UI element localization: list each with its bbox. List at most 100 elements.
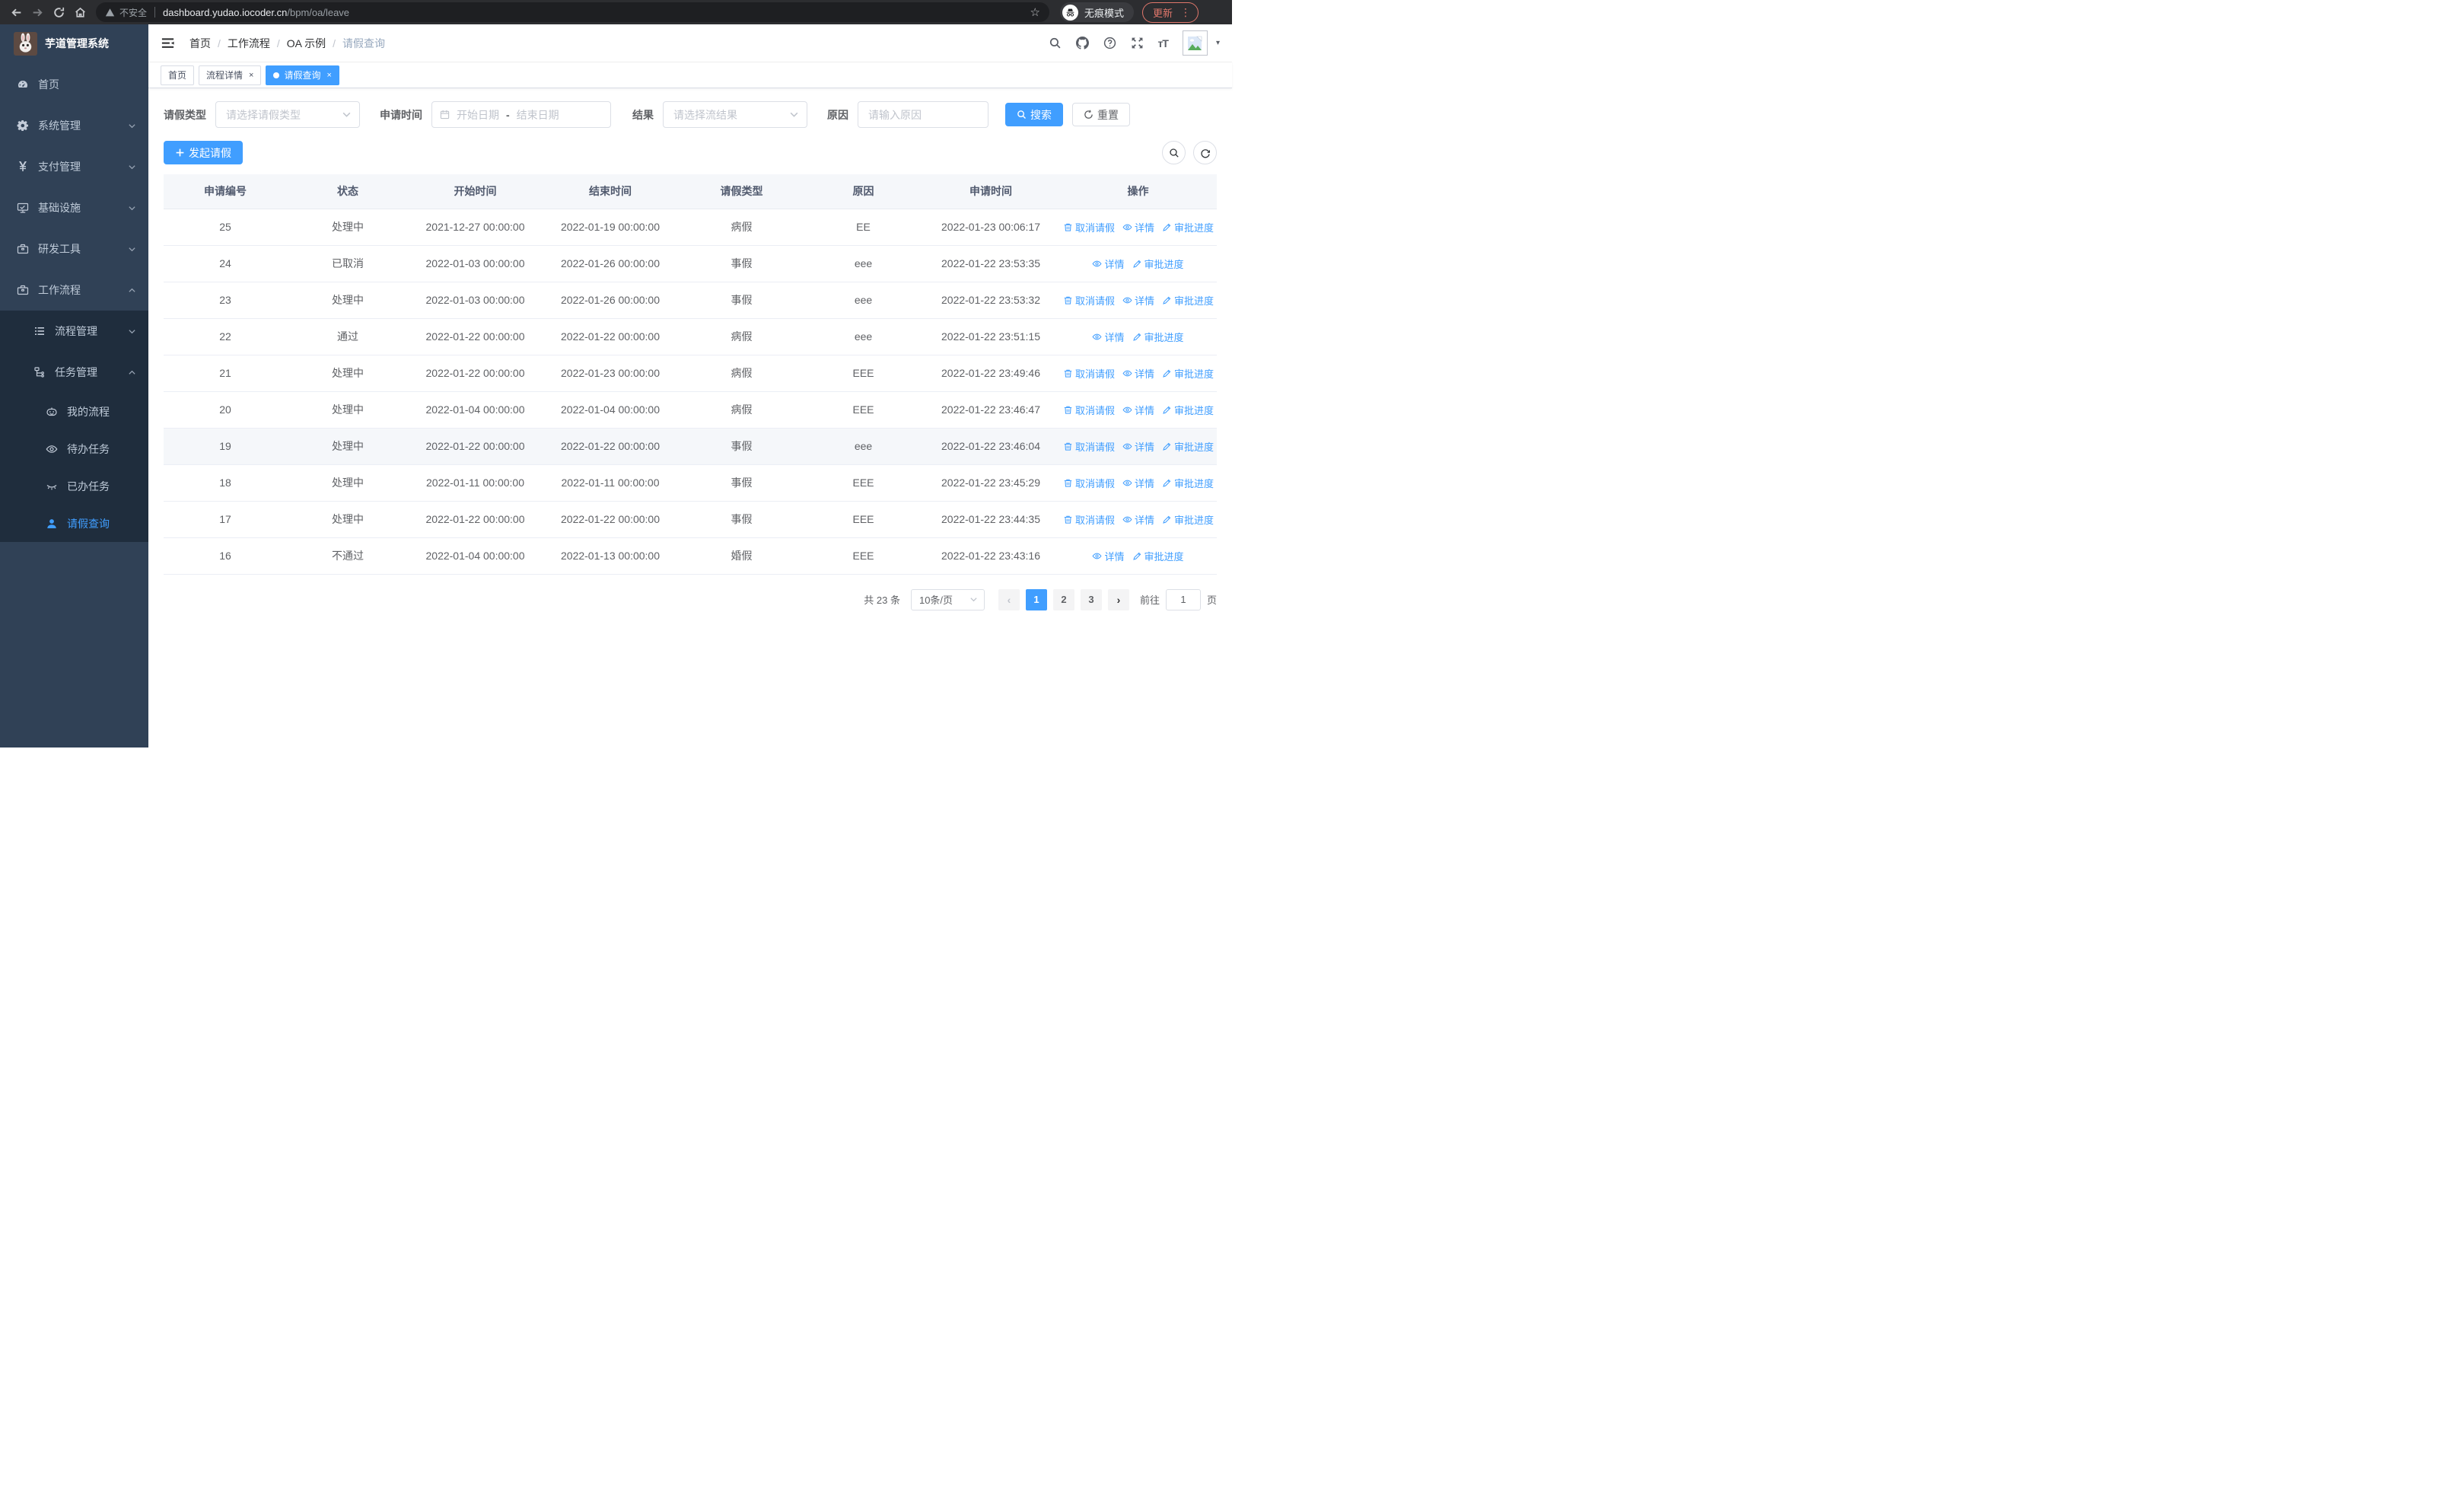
page-button-2[interactable]: 2: [1052, 588, 1074, 610]
progress-action-link[interactable]: 审批进度: [1162, 439, 1214, 454]
cancel-action-link[interactable]: 取消请假: [1063, 403, 1115, 417]
sidebar-item-请假查询[interactable]: 请假查询: [0, 505, 148, 542]
view-icon: [1092, 259, 1102, 269]
cell-type: 事假: [679, 245, 804, 282]
sidebar-item-label: 我的流程: [67, 405, 110, 418]
start-date-input[interactable]: 开始日期: [457, 107, 499, 123]
progress-action-link[interactable]: 审批进度: [1162, 512, 1214, 527]
close-icon[interactable]: ×: [249, 71, 253, 80]
page-button-3[interactable]: 3: [1080, 588, 1102, 610]
result-select[interactable]: 请选择流结果: [663, 101, 807, 128]
breadcrumb-home[interactable]: 首页: [189, 36, 211, 51]
toggle-search-button[interactable]: [1162, 141, 1186, 164]
browser-reload-icon[interactable]: [49, 2, 68, 22]
cancel-action-link[interactable]: 取消请假: [1063, 220, 1115, 234]
detail-action-link[interactable]: 详情: [1122, 220, 1154, 234]
cancel-action-link[interactable]: 取消请假: [1063, 512, 1115, 527]
detail-action-link[interactable]: 详情: [1122, 439, 1154, 454]
user-avatar[interactable]: [1182, 30, 1208, 56]
sidebar-collapse-icon[interactable]: [161, 35, 177, 52]
browser-menu-icon[interactable]: ⋮: [1180, 7, 1191, 18]
progress-action-link[interactable]: 审批进度: [1162, 293, 1214, 308]
browser-update-button[interactable]: 更新 ⋮: [1141, 2, 1199, 23]
create-leave-button[interactable]: 发起请假: [164, 141, 243, 164]
action-label: 审批进度: [1144, 258, 1184, 270]
prev-page-button[interactable]: ‹: [998, 588, 1020, 610]
security-warning[interactable]: 不安全: [105, 6, 147, 19]
leave-type-select[interactable]: 请选择请假类型: [215, 101, 360, 128]
detail-action-link[interactable]: 详情: [1122, 476, 1154, 490]
detail-action-link[interactable]: 详情: [1092, 549, 1125, 563]
fullscreen-icon[interactable]: [1131, 37, 1144, 49]
page-button-1[interactable]: 1: [1025, 588, 1047, 610]
address-bar[interactable]: 不安全 dashboard.yudao.iocoder.cn/bpm/oa/le…: [96, 2, 1049, 22]
reason-input[interactable]: 请输入原因: [858, 101, 988, 128]
search-icon[interactable]: [1049, 37, 1062, 49]
breadcrumb-workflow[interactable]: 工作流程: [228, 36, 270, 51]
detail-action-link[interactable]: 详情: [1092, 257, 1125, 271]
sidebar-item-待办任务[interactable]: 待办任务: [0, 430, 148, 467]
delete-icon: [1063, 222, 1073, 232]
close-icon[interactable]: ×: [326, 71, 331, 80]
user-menu-caret-icon[interactable]: ▾: [1216, 39, 1220, 47]
cancel-action-link[interactable]: 取消请假: [1063, 293, 1115, 308]
sidebar-item-研发工具[interactable]: 研发工具: [0, 228, 148, 269]
sidebar-item-支付管理[interactable]: 支付管理: [0, 146, 148, 187]
tab-首页[interactable]: 首页: [161, 65, 195, 85]
cancel-action-link[interactable]: 取消请假: [1063, 476, 1115, 490]
column-header-状态: 状态: [287, 174, 409, 209]
url-text[interactable]: dashboard.yudao.iocoder.cn/bpm/oa/leave: [163, 7, 349, 18]
detail-action-link[interactable]: 详情: [1122, 293, 1154, 308]
sidebar-item-已办任务[interactable]: 已办任务: [0, 467, 148, 505]
bookmark-star-icon[interactable]: ☆: [1030, 7, 1040, 18]
detail-action-link[interactable]: 详情: [1122, 366, 1154, 381]
breadcrumb-oa-example[interactable]: OA 示例: [287, 36, 326, 51]
detail-action-link[interactable]: 详情: [1122, 403, 1154, 417]
end-date-input[interactable]: 结束日期: [517, 107, 559, 123]
sidebar-logo[interactable]: 芋道管理系统: [0, 24, 148, 62]
github-icon[interactable]: [1075, 37, 1089, 49]
cancel-action-link[interactable]: 取消请假: [1063, 366, 1115, 381]
apply-time-range-picker[interactable]: 开始日期 - 结束日期: [431, 101, 611, 128]
search-button[interactable]: 搜索: [1005, 103, 1063, 126]
progress-action-link[interactable]: 审批进度: [1132, 257, 1184, 271]
help-icon[interactable]: [1103, 37, 1116, 49]
action-label: 审批进度: [1174, 295, 1214, 307]
next-page-button[interactable]: ›: [1107, 588, 1129, 610]
progress-action-link[interactable]: 审批进度: [1162, 220, 1214, 234]
action-label: 详情: [1104, 550, 1125, 563]
sidebar-item-任务管理[interactable]: 任务管理: [0, 352, 148, 393]
cell-status: 处理中: [287, 391, 409, 429]
browser-home-icon[interactable]: [70, 2, 90, 22]
range-separator: -: [506, 108, 510, 121]
reset-button[interactable]: 重置: [1072, 103, 1130, 126]
progress-action-link[interactable]: 审批进度: [1132, 330, 1184, 344]
goto-page-input[interactable]: 1: [1165, 588, 1201, 610]
sidebar-item-基础设施[interactable]: 基础设施: [0, 187, 148, 228]
cell-type: 病假: [679, 209, 804, 246]
browser-forward-icon[interactable]: [27, 2, 47, 22]
font-size-icon[interactable]: ᴛT: [1158, 37, 1169, 49]
detail-action-link[interactable]: 详情: [1122, 512, 1154, 527]
cell-type: 事假: [679, 282, 804, 319]
refresh-table-button[interactable]: [1193, 141, 1217, 164]
progress-action-link[interactable]: 审批进度: [1162, 476, 1214, 490]
sidebar-item-工作流程[interactable]: 工作流程: [0, 269, 148, 311]
logo-avatar: [14, 31, 37, 56]
sidebar-item-我的流程[interactable]: 我的流程: [0, 393, 148, 430]
tab-请假查询[interactable]: 请假查询 ×: [266, 65, 339, 85]
tab-流程详情[interactable]: 流程详情 ×: [199, 65, 262, 85]
detail-action-link[interactable]: 详情: [1092, 330, 1125, 344]
sidebar-item-label: 支付管理: [38, 161, 81, 173]
sidebar-item-流程管理[interactable]: 流程管理: [0, 311, 148, 352]
column-header-请假类型: 请假类型: [679, 174, 804, 209]
sidebar-item-系统管理[interactable]: 系统管理: [0, 105, 148, 146]
progress-action-link[interactable]: 审批进度: [1132, 549, 1184, 563]
progress-action-link[interactable]: 审批进度: [1162, 403, 1214, 417]
sidebar-item-首页[interactable]: 首页: [0, 64, 148, 105]
cancel-action-link[interactable]: 取消请假: [1063, 439, 1115, 454]
action-label: 详情: [1135, 441, 1155, 453]
page-size-select[interactable]: 10条/页: [910, 588, 985, 610]
progress-action-link[interactable]: 审批进度: [1162, 366, 1214, 381]
browser-back-icon[interactable]: [6, 2, 26, 22]
